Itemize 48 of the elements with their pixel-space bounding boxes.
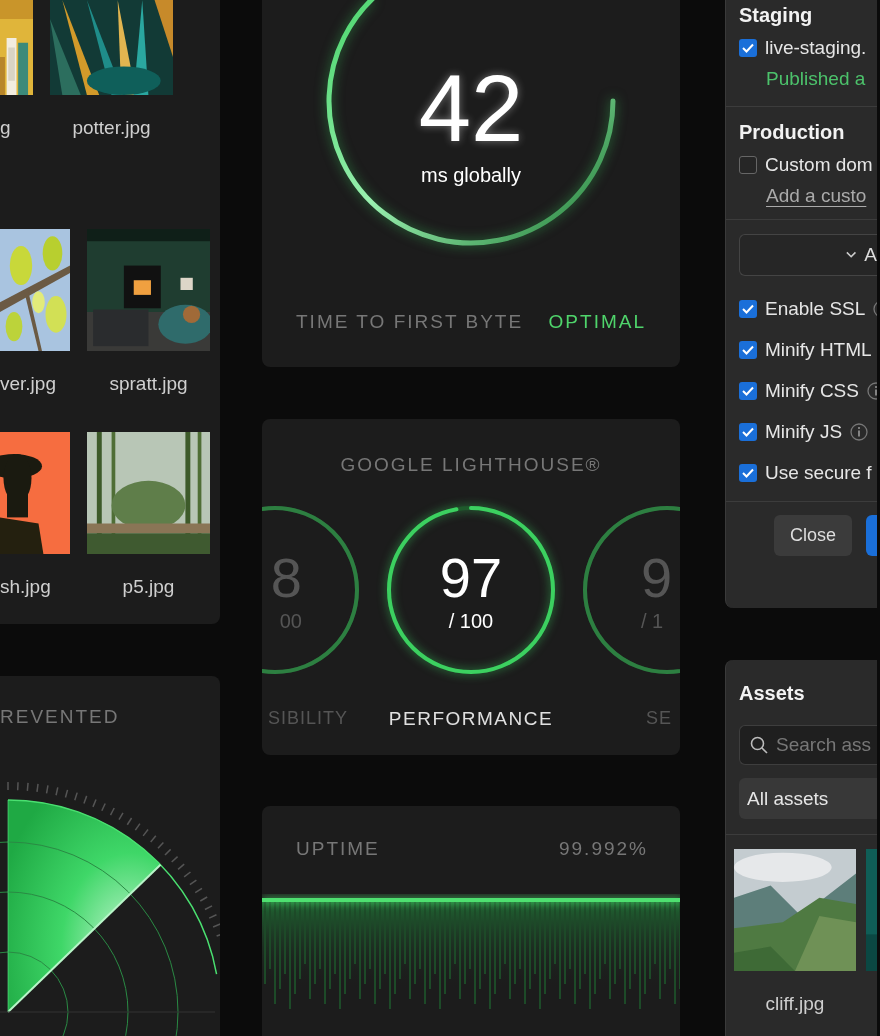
- info-icon[interactable]: [850, 422, 869, 441]
- option-label: Use secure f: [765, 461, 872, 484]
- score-max: / 1: [641, 610, 664, 633]
- panel-title: Assets: [738, 681, 806, 705]
- metric-label: TIME TO FIRST BYTE: [296, 311, 524, 333]
- checkbox[interactable]: [739, 299, 757, 318]
- file-name: spratt.jpg: [108, 373, 189, 395]
- file-name: cliff.jpg: [765, 993, 825, 1015]
- score-max: 00: [279, 610, 302, 633]
- panel-title: GOOGLE LIGHTHOUSE®: [340, 454, 602, 475]
- close-button[interactable]: Close: [774, 515, 853, 556]
- checkbox[interactable]: [739, 38, 757, 57]
- option-label: Enable SSL: [765, 297, 866, 320]
- score-value: 8: [270, 550, 302, 606]
- file-name: g: [0, 117, 12, 139]
- uptime-value: 99.992%: [559, 838, 648, 860]
- score-max: / 100: [448, 610, 494, 633]
- section-title: Staging: [739, 4, 814, 27]
- checkbox[interactable]: [739, 340, 757, 359]
- checkbox[interactable]: [739, 422, 757, 441]
- score-value: 9: [641, 550, 673, 606]
- file-name: ver.jpg: [0, 373, 57, 395]
- panel-title: REVENTED: [0, 706, 120, 728]
- search-icon: [749, 735, 769, 755]
- score-value: 97: [439, 550, 503, 606]
- checkbox[interactable]: [739, 463, 757, 482]
- add-domain-link[interactable]: Add a custo: [766, 185, 867, 206]
- status-text: Published a: [765, 68, 867, 90]
- file-name: p5.jpg: [121, 576, 176, 598]
- chevron-down-icon: [846, 251, 857, 259]
- gauge-label[interactable]: PERFORMANCE: [386, 708, 556, 730]
- domain-label: Custom dom: [765, 153, 873, 176]
- ttfb-value: 42: [418, 62, 524, 156]
- option-label: Minify CSS: [765, 379, 859, 402]
- ttfb-unit: ms globally: [420, 164, 521, 187]
- uptime-label: UPTIME: [296, 838, 380, 860]
- dropdown[interactable]: A: [739, 234, 877, 276]
- checkbox[interactable]: [739, 155, 757, 174]
- file-name: sh.jpg: [0, 576, 52, 598]
- file-name: potter.jpg: [71, 117, 152, 139]
- checkbox[interactable]: [739, 381, 757, 400]
- section-title: Production: [739, 121, 846, 144]
- status-label: OPTIMAL: [548, 311, 646, 333]
- option-label: Minify JS: [765, 420, 843, 443]
- search-field[interactable]: Search ass: [739, 725, 877, 765]
- domain-label: live-staging.: [765, 36, 867, 59]
- filter-select[interactable]: All assets: [739, 778, 877, 819]
- option-label: Minify HTML: [765, 338, 872, 361]
